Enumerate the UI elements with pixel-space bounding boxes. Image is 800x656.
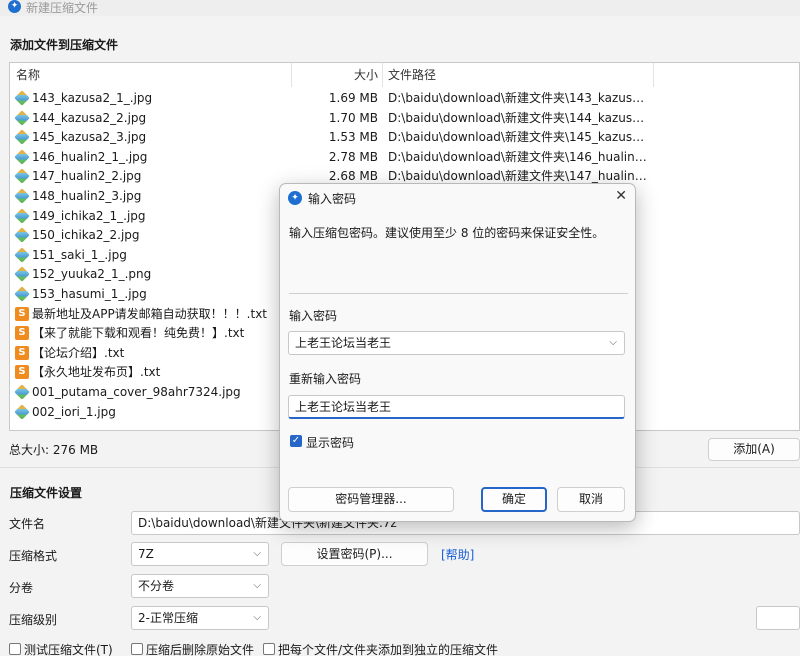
password-input-value: 上老王论坛当老王 <box>295 336 392 350</box>
file-name-cell: 最新地址及APP请发邮箱自动获取！！！.txt <box>32 306 268 321</box>
add-files-section-title: 添加文件到压缩文件 <box>10 38 119 52</box>
column-header-path[interactable]: 文件路径 <box>388 63 436 87</box>
level-select[interactable]: 2-正常压缩 ⌵ <box>131 606 269 630</box>
delete-original-checkbox[interactable] <box>131 643 143 655</box>
file-path-cell: D:\baidu\download\新建文件夹\145_kazusa2_3... <box>388 130 650 145</box>
table-row[interactable]: 143_kazusa2_1_.jpg 1.69 MB D:\baidu\downlo… <box>10 88 799 108</box>
text-file-icon: S <box>15 345 29 360</box>
table-row[interactable]: 146_hualin2_1_.jpg 2.78 MB D:\baidu\downlo… <box>10 147 799 167</box>
table-row[interactable]: 145_kazusa2_3.jpg 1.53 MB D:\baidu\downloa… <box>10 127 799 147</box>
delete-original-label: 压缩后删除原始文件 <box>146 643 255 656</box>
image-file-icon <box>14 403 30 420</box>
test-archive-checkbox[interactable] <box>9 643 21 655</box>
file-name-cell: 【论坛介绍】.txt <box>32 345 125 360</box>
image-file-icon <box>14 207 30 224</box>
text-file-icon: S <box>15 365 29 380</box>
chevron-down-icon: ⌵ <box>253 580 261 591</box>
chevron-down-icon: ⌵ <box>253 612 261 623</box>
image-file-icon <box>14 188 30 204</box>
window-title: 新建压缩文件 <box>26 1 99 15</box>
image-file-icon <box>14 266 30 283</box>
file-size-cell: 1.69 MB <box>328 91 378 105</box>
separate-archives-label: 把每个文件/文件夹添加到独立的压缩文件 <box>278 643 499 656</box>
settings-section-title: 压缩文件设置 <box>10 486 83 500</box>
file-size-cell: 1.53 MB <box>328 130 378 145</box>
password-label: 输入密码 <box>289 309 338 323</box>
format-label: 压缩格式 <box>9 549 58 563</box>
separate-archives-checkbox[interactable] <box>263 643 275 655</box>
dialog-app-icon: ✦ <box>288 191 302 205</box>
file-name-cell: 【永久地址发布页】.txt <box>32 365 161 380</box>
column-separator[interactable] <box>382 63 383 87</box>
set-password-button[interactable]: 设置密码(P)... <box>281 542 428 566</box>
file-path-cell: D:\baidu\download\新建文件夹\144_kazusa2_2... <box>388 110 650 125</box>
file-path-cell: D:\baidu\download\新建文件夹\143_kazusa2_1... <box>388 91 650 105</box>
image-file-icon <box>14 149 30 165</box>
password-dialog: ✦ 输入密码 ✕ 输入压缩包密码。建议使用至少 8 位的密码来保证安全性。 输入… <box>279 183 636 522</box>
file-name-cell: 001_putama_cover_98ahr7324.jpg <box>32 385 241 399</box>
file-name-cell: 151_saki_1_.jpg <box>32 247 127 262</box>
file-name-cell: 143_kazusa2_1_.jpg <box>32 91 153 105</box>
file-name-cell: 145_kazusa2_3.jpg <box>32 130 147 145</box>
column-header-size[interactable]: 大小 <box>310 63 378 87</box>
split-select-value: 不分卷 <box>138 579 175 593</box>
image-file-icon <box>14 129 30 145</box>
help-link[interactable]: [帮助] <box>441 546 474 563</box>
image-file-icon <box>14 109 30 126</box>
file-name-cell: 146_hualin2_1_.jpg <box>32 149 148 164</box>
image-file-icon <box>14 384 30 400</box>
reenter-password-label: 重新输入密码 <box>289 372 362 386</box>
file-name-cell: 150_ichika2_2.jpg <box>32 228 140 243</box>
image-file-icon <box>14 247 30 263</box>
file-name-cell: 002_iori_1.jpg <box>32 404 116 419</box>
column-header-name[interactable]: 名称 <box>16 63 40 87</box>
reenter-password-input[interactable]: 上老王论坛当老王 <box>288 395 625 419</box>
file-size-cell: 1.70 MB <box>328 110 378 125</box>
chevron-down-icon: ⌵ <box>253 548 261 559</box>
file-name-cell: 147_hualin2_2.jpg <box>32 169 142 184</box>
add-button[interactable]: 添加(A) <box>708 438 800 461</box>
file-name-cell: 144_kazusa2_2.jpg <box>32 110 147 125</box>
title-bar: ✦ 新建压缩文件 <box>0 0 800 16</box>
file-path-cell: D:\baidu\download\新建文件夹\146_hualin2_1_..… <box>388 149 650 164</box>
show-password-label: 显示密码 <box>306 436 355 450</box>
image-file-icon <box>14 168 30 185</box>
close-icon[interactable]: ✕ <box>615 188 627 204</box>
file-name-cell: 148_hualin2_3.jpg <box>32 189 142 203</box>
level-label: 压缩级别 <box>9 613 58 627</box>
file-name-cell: 153_hasumi_1_.jpg <box>32 287 147 301</box>
filename-label: 文件名 <box>9 517 46 531</box>
format-select[interactable]: 7Z ⌵ <box>131 542 269 566</box>
dialog-description: 输入压缩包密码。建议使用至少 8 位的密码来保证安全性。 <box>289 226 605 240</box>
column-separator[interactable] <box>291 63 292 87</box>
total-size-label: 总大小: 276 MB <box>9 443 99 457</box>
split-label: 分卷 <box>9 581 34 595</box>
password-manager-button[interactable]: 密码管理器... <box>288 487 454 512</box>
level-extra-field[interactable] <box>756 606 800 630</box>
text-file-icon: S <box>15 306 29 321</box>
file-name-cell: 152_yuuka2_1_.png <box>32 267 152 282</box>
column-separator[interactable] <box>653 63 654 87</box>
file-name-cell: 【来了就能下载和观看！纯免费！】.txt <box>32 326 245 341</box>
ok-button[interactable]: 确定 <box>481 487 547 512</box>
file-name-cell: 149_ichika2_1_.jpg <box>32 208 146 223</box>
level-select-value: 2-正常压缩 <box>138 611 198 625</box>
show-password-checkbox[interactable]: ✓ <box>290 435 302 447</box>
test-archive-label: 测试压缩文件(T) <box>24 643 113 656</box>
image-file-icon <box>14 227 30 243</box>
image-file-icon <box>14 90 30 106</box>
text-file-icon: S <box>15 326 29 341</box>
app-logo-icon: ✦ <box>8 0 21 13</box>
image-file-icon <box>14 286 30 302</box>
dialog-divider <box>289 293 628 294</box>
format-select-value: 7Z <box>138 547 154 561</box>
password-input[interactable]: 上老王论坛当老王 ⌵ <box>288 331 625 355</box>
table-row[interactable]: 144_kazusa2_2.jpg 1.70 MB D:\baidu\downloa… <box>10 108 799 128</box>
split-select[interactable]: 不分卷 ⌵ <box>131 574 269 598</box>
dialog-title: 输入密码 <box>308 192 357 206</box>
cancel-button[interactable]: 取消 <box>557 487 625 512</box>
chevron-down-icon[interactable]: ⌵ <box>609 332 617 354</box>
file-size-cell: 2.78 MB <box>328 149 378 164</box>
